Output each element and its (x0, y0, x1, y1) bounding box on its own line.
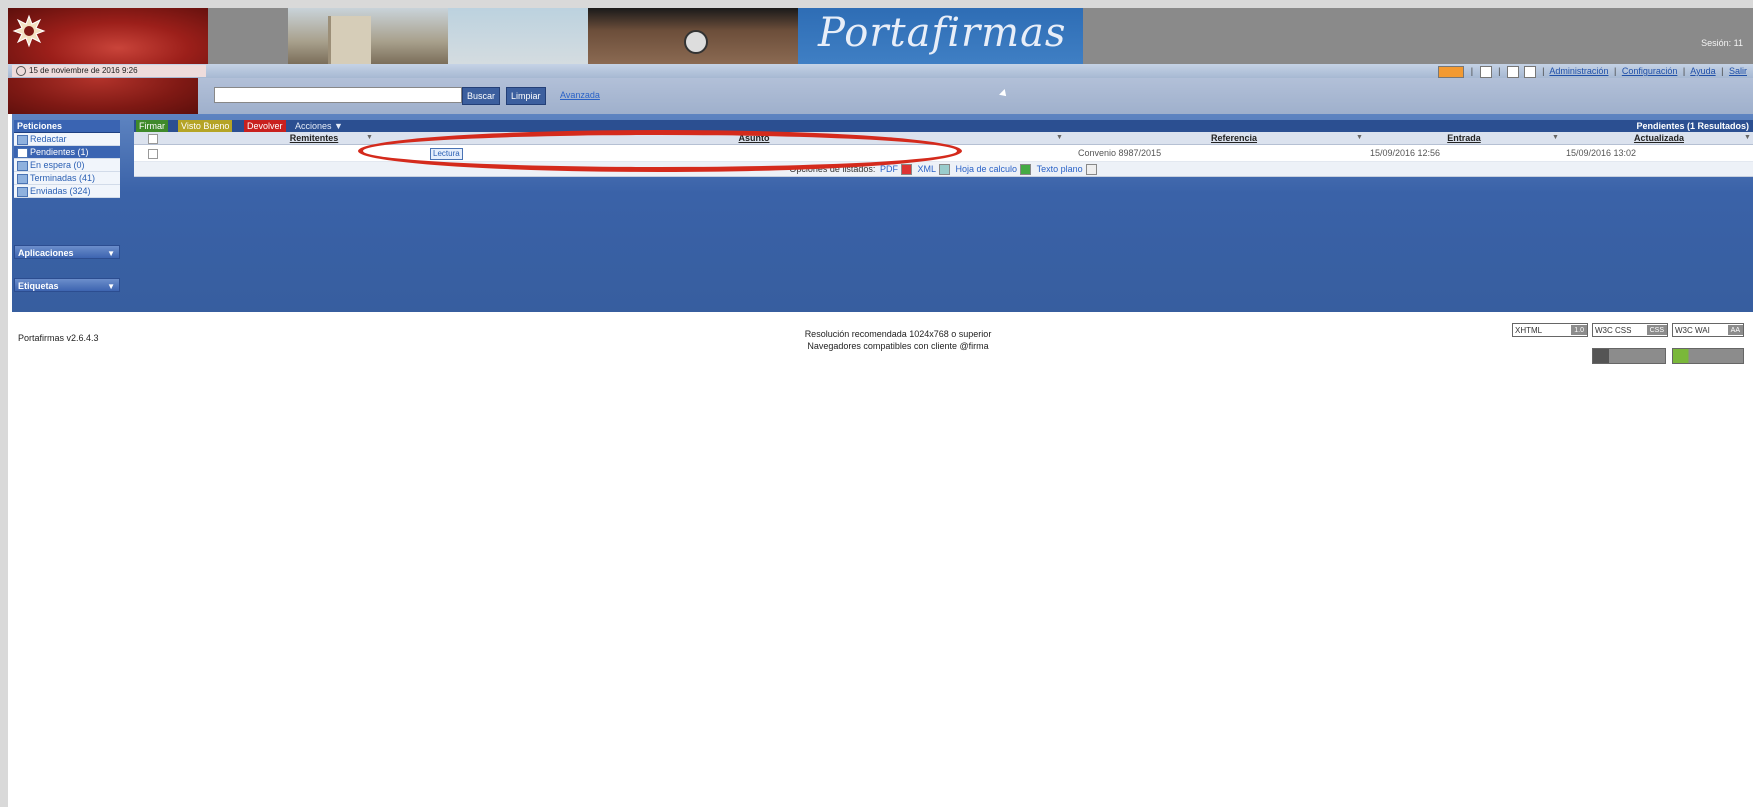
sort-icon[interactable]: ▼ (1056, 132, 1063, 144)
link-configuracion[interactable]: Configuración (1622, 66, 1678, 76)
row-entrada: 15/09/2016 12:56 (1370, 148, 1441, 158)
row-remitente (174, 145, 374, 161)
search-input[interactable] (214, 87, 462, 103)
print-icon[interactable] (1523, 65, 1536, 78)
export-spreadsheet-link[interactable]: Hoja de calculo (956, 164, 1018, 174)
app-version: Portafirmas v2.6.4.3 (18, 333, 99, 343)
compose-icon (17, 134, 28, 145)
sidebar-item-en-espera[interactable]: En espera (0) (14, 159, 120, 172)
search-button[interactable]: Buscar (462, 87, 501, 105)
sidebar-item-redactar[interactable]: Redactar (14, 133, 120, 146)
xhtml-badge[interactable]: XHTML 1.0 (1512, 323, 1588, 337)
apple-badge[interactable] (1592, 348, 1666, 364)
sort-icon[interactable]: ▼ (1552, 132, 1559, 144)
waiting-icon (17, 160, 28, 171)
footer-info: Resolución recomendada 1024x768 o superi… (688, 328, 1108, 352)
header-photo-sky (448, 8, 588, 64)
android-badge[interactable] (1672, 348, 1744, 364)
firmar-button[interactable]: Firmar (136, 120, 168, 132)
chevron-down-icon: ▼ (107, 282, 115, 291)
sidebar-item-terminadas[interactable]: Terminadas (41) (14, 172, 120, 185)
sidebar-item-pendientes[interactable]: Pendientes (1) (14, 146, 120, 159)
link-administracion[interactable]: Administración (1549, 66, 1608, 76)
acciones-dropdown[interactable]: Acciones ▼ (292, 120, 346, 132)
sidebar-heading[interactable]: Peticiones (14, 120, 120, 133)
text-file-icon (1085, 164, 1097, 176)
link-salir[interactable]: Salir (1729, 66, 1747, 76)
col-referencia[interactable]: Referencia (1174, 132, 1294, 144)
action-bar (134, 120, 1753, 132)
browsers-note: Navegadores compatibles con cliente @fir… (807, 341, 989, 351)
devolver-button[interactable]: Devolver (244, 120, 286, 132)
annotation-highlight-oval (358, 130, 962, 172)
date-text: 15 de noviembre de 2016 9:26 (29, 66, 138, 75)
header-session: Sesión: 11 (1701, 38, 1743, 48)
finished-icon (17, 173, 28, 184)
clear-button[interactable]: Limpiar (506, 87, 546, 105)
results-count: Pendientes (1 Resultados) (1636, 121, 1749, 131)
search-bar: Buscar Limpiar Avanzada (8, 78, 1753, 183)
font-size-icon[interactable] (1507, 65, 1520, 78)
sort-icon[interactable]: ▼ (1744, 132, 1751, 144)
sidebar-item-enviadas[interactable]: Enviadas (324) (14, 185, 120, 198)
date-display: 15 de noviembre de 2016 9:26 (12, 65, 206, 77)
sort-icon[interactable]: ▼ (1356, 132, 1363, 144)
header-red-seal (8, 8, 208, 64)
w3c-css-badge[interactable]: W3C CSS CSS (1592, 323, 1668, 337)
export-options-bar: Opciones de listados: PDF XML Hoja de ca… (134, 162, 1753, 177)
clock-icon (16, 65, 26, 76)
pdf-icon (900, 164, 912, 176)
header-banner: Portafirmas Sesión: 11 (8, 8, 1753, 64)
sent-icon (17, 186, 28, 197)
app-window: Portafirmas Sesión: 11 15 de noviembre d… (8, 8, 1753, 807)
resolution-note: Resolución recomendada 1024x768 o superi… (804, 329, 992, 339)
export-text-link[interactable]: Texto plano (1037, 164, 1083, 174)
university-logo-icon (12, 14, 46, 48)
search-red-decoration (8, 78, 198, 114)
row-checkbox[interactable] (148, 149, 158, 159)
inbox-icon (17, 147, 28, 158)
contrast-icon[interactable] (1479, 65, 1492, 78)
visto-bueno-button[interactable]: Visto Bueno (178, 120, 233, 132)
sidebar: Peticiones Redactar Pendientes (1) En es… (14, 120, 120, 198)
chevron-down-icon: ▼ (334, 121, 343, 131)
chevron-down-icon: ▼ (107, 249, 115, 258)
col-entrada[interactable]: Entrada (1424, 132, 1504, 144)
export-pdf-link[interactable]: PDF (880, 164, 898, 174)
export-xml-link[interactable]: XML (917, 164, 936, 174)
accessibility-icon[interactable] (1438, 65, 1465, 78)
row-referencia: Convenio 8987/2015 (1078, 148, 1162, 158)
header-photo-building (288, 8, 448, 64)
header-title-box: Portafirmas (798, 8, 1083, 64)
app-title: Portafirmas (818, 10, 1067, 56)
header-photo-clocktower (588, 8, 798, 64)
xml-icon (938, 164, 950, 176)
w3c-wai-badge[interactable]: W3C WAI AA (1672, 323, 1744, 337)
col-actualizada[interactable]: Actualizada (1614, 132, 1704, 144)
spreadsheet-icon (1020, 164, 1032, 176)
advanced-search-link[interactable]: Avanzada (560, 90, 600, 100)
sort-icon[interactable]: ▼ (366, 132, 373, 144)
sidebar-etiquetas[interactable]: Etiquetas ▼ (14, 278, 120, 292)
sidebar-aplicaciones[interactable]: Aplicaciones ▼ (14, 245, 120, 259)
select-all-checkbox[interactable] (148, 134, 158, 144)
top-links: | | | Administración | Configuración | A… (1437, 65, 1747, 78)
col-remitentes[interactable]: Remitentes (274, 132, 354, 144)
row-actualizada: 15/09/2016 13:02 (1566, 148, 1637, 158)
link-ayuda[interactable]: Ayuda (1690, 66, 1715, 76)
